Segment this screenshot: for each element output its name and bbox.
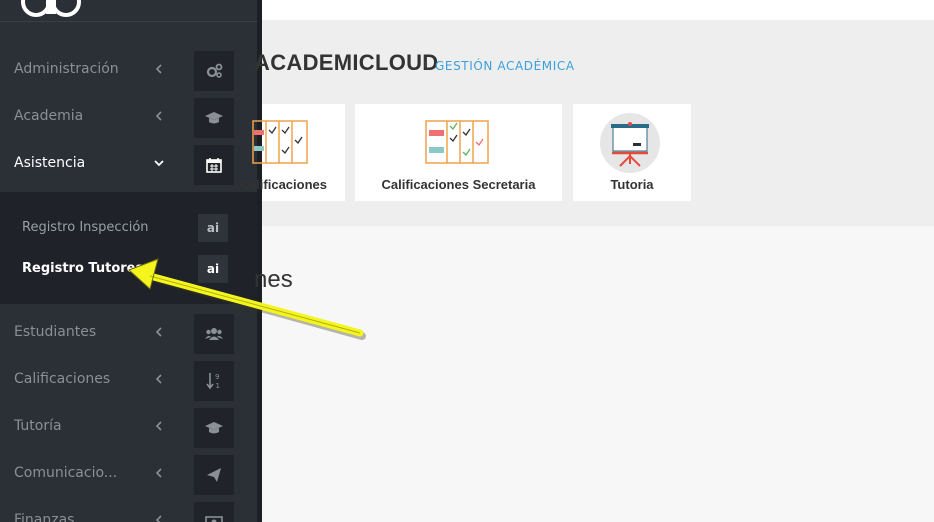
chevron-left-icon [155, 421, 162, 431]
sidebar-item-estudiantes[interactable]: Estudiantes [0, 310, 257, 357]
chevron-left-icon [155, 515, 162, 522]
sidebar-item-label: Estudiantes [14, 324, 97, 340]
chevron-left-icon [155, 327, 162, 337]
card-calificaciones[interactable]: Calificaciones [240, 104, 345, 201]
sidebar-item-finanzas[interactable]: Finanzas [0, 498, 257, 522]
sidebar-item-academia[interactable]: Academia [0, 94, 257, 141]
asistencia-submenu: Registro Inspección ai Registro Tutores … [0, 192, 257, 304]
gradebook-icon [252, 120, 308, 164]
card-label: Tutoria [610, 177, 654, 192]
sort-numeric-icon: 91 [194, 361, 234, 401]
breadcrumb-link[interactable]: GESTIÓN ACADÉMICA [435, 59, 575, 73]
card-tutoria[interactable]: Tutoria [573, 104, 691, 201]
submenu-item-label: Registro Tutores [22, 261, 144, 276]
main-content [262, 226, 934, 522]
chevron-left-icon [155, 468, 162, 478]
gradebook-icon [425, 120, 489, 164]
sidebar-item-calificaciones[interactable]: Calificaciones 91 [0, 357, 257, 404]
presentation-board-icon [600, 113, 660, 173]
sidebar-item-label: Administración [14, 61, 119, 77]
sidebar-item-label: Academia [14, 108, 84, 124]
graduation-cap-icon [194, 408, 234, 448]
chevron-left-icon [155, 374, 162, 384]
card-calificaciones-secretaria[interactable]: Calificaciones Secretaria [355, 104, 562, 201]
sidebar-item-tutoria[interactable]: Tutoría [0, 404, 257, 451]
breadcrumb-separator: › [423, 57, 429, 72]
calendar-icon [194, 145, 234, 185]
card-label: Calificaciones [239, 177, 327, 192]
submenu-item-registro-tutores[interactable]: Registro Tutores ai [0, 253, 257, 285]
logo-bar [0, 0, 257, 22]
users-icon [194, 314, 234, 354]
submenu-item-registro-inspeccion[interactable]: Registro Inspección ai [0, 212, 257, 244]
ai-badge: ai [198, 214, 228, 242]
chevron-left-icon [155, 64, 162, 74]
sidebar-item-label: Asistencia [14, 155, 86, 171]
sidebar-item-label: Comunicacio... [14, 465, 118, 481]
gears-icon [194, 51, 234, 91]
sidebar-item-administracion[interactable]: Administración [0, 47, 257, 94]
chevron-down-icon [154, 160, 164, 167]
graduation-cap-icon [194, 98, 234, 138]
section-title: nes [254, 266, 293, 293]
card-label: Calificaciones Secretaria [381, 177, 536, 192]
app-logo[interactable] [16, 0, 86, 18]
sidebar-item-comunicacion[interactable]: Comunicacio... [0, 451, 257, 498]
ai-badge: ai [198, 255, 228, 283]
page-title: ACADEMICLOUD [254, 50, 439, 75]
svg-text:9: 9 [215, 373, 219, 381]
sidebar-item-label: Calificaciones [14, 371, 111, 387]
paper-plane-icon [194, 455, 234, 495]
submenu-item-label: Registro Inspección [22, 220, 149, 235]
money-icon [194, 502, 234, 522]
sidebar: Administración Academia Asistencia Regis… [0, 0, 262, 522]
sidebar-item-label: Tutoría [14, 418, 62, 434]
sidebar-item-label: Finanzas [14, 512, 75, 522]
top-navbar [262, 0, 934, 20]
svg-text:1: 1 [216, 382, 220, 390]
sidebar-item-asistencia[interactable]: Asistencia [0, 141, 257, 188]
chevron-left-icon [155, 111, 162, 121]
